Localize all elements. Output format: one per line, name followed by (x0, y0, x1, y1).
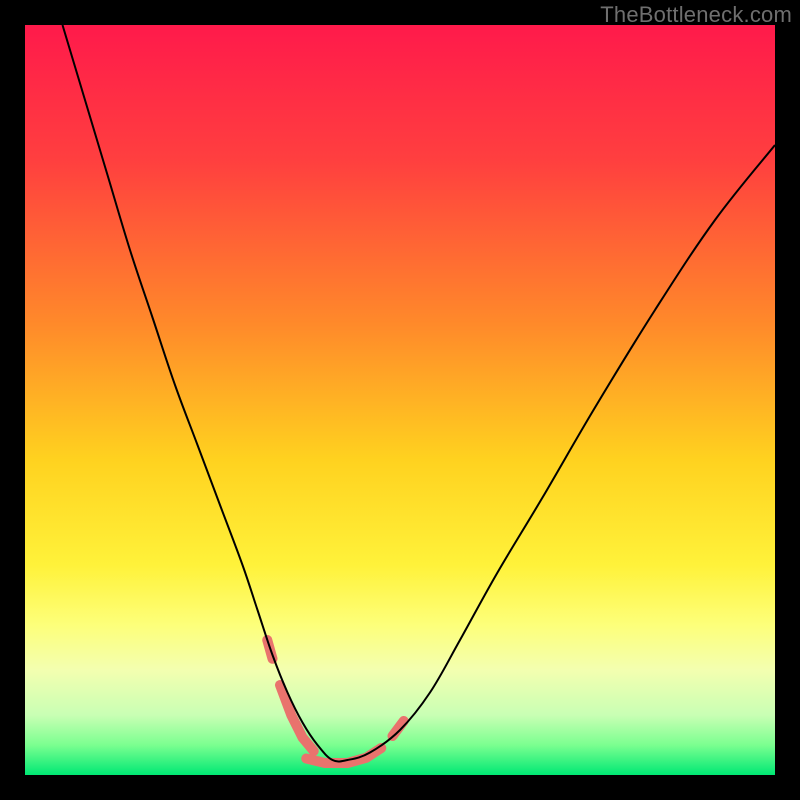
chart-svg (25, 25, 775, 775)
watermark-text: TheBottleneck.com (600, 2, 792, 28)
gradient-background (25, 25, 775, 775)
chart-frame: TheBottleneck.com (0, 0, 800, 800)
plot-area (25, 25, 775, 775)
